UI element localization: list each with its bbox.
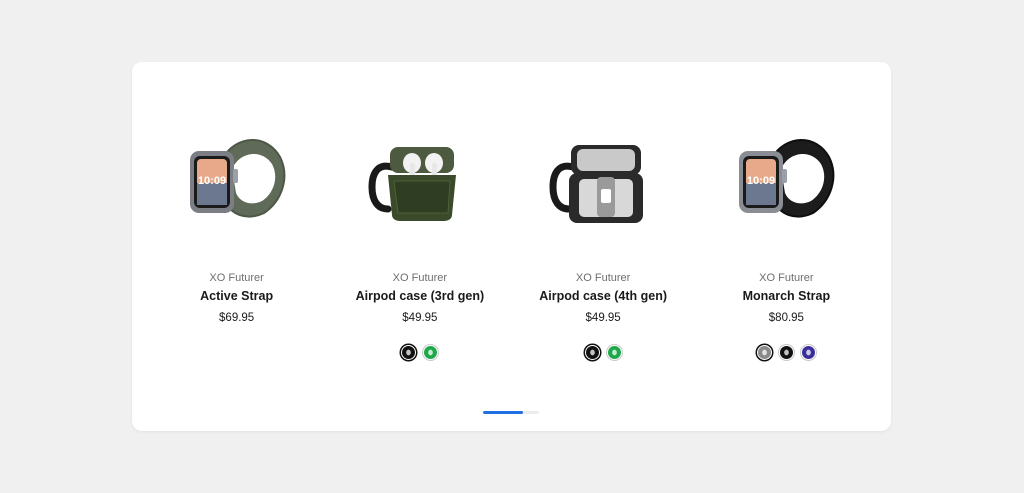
product-name[interactable]: Active Strap bbox=[145, 289, 328, 303]
swatch-product-icon bbox=[589, 349, 595, 356]
color-swatch[interactable] bbox=[584, 345, 600, 360]
color-swatch[interactable] bbox=[778, 345, 794, 360]
airpod-case-green-icon[interactable] bbox=[350, 114, 490, 244]
carousel-progress-bar[interactable] bbox=[483, 411, 539, 414]
watch-strap-black-icon[interactable]: 10:09 bbox=[716, 114, 856, 244]
color-swatch[interactable] bbox=[401, 345, 417, 360]
color-swatches bbox=[328, 345, 511, 360]
product-price: $49.95 bbox=[585, 312, 621, 324]
swatch-product-icon bbox=[406, 349, 412, 356]
product-brand: XO Futurer bbox=[759, 272, 814, 284]
swatch-product-icon bbox=[784, 349, 789, 356]
product-price: $69.95 bbox=[219, 312, 255, 324]
product-name[interactable]: Airpod case (4th gen) bbox=[512, 289, 695, 303]
product-card[interactable]: 10:09 XO Futurer Monarch Strap $80.95 bbox=[695, 62, 878, 392]
product-card[interactable]: 10:09 XO Futurer Active Strap $69.95 bbox=[145, 62, 328, 392]
product-name[interactable]: Monarch Strap bbox=[695, 289, 878, 303]
color-swatches bbox=[695, 345, 878, 360]
watch-strap-olive-icon[interactable]: 10:09 bbox=[167, 114, 307, 244]
swatch-product-icon bbox=[611, 349, 617, 356]
product-price: $49.95 bbox=[402, 312, 438, 324]
carousel-progress-fill bbox=[483, 411, 524, 414]
product-name[interactable]: Airpod case (3rd gen) bbox=[328, 289, 511, 303]
swatch-product-icon bbox=[428, 349, 434, 356]
svg-text:10:09: 10:09 bbox=[198, 175, 226, 187]
color-swatch[interactable] bbox=[756, 345, 772, 360]
color-swatch[interactable] bbox=[606, 345, 622, 360]
product-list: 10:09 XO Futurer Active Strap $69.95 XO … bbox=[145, 62, 878, 392]
product-price: $80.95 bbox=[768, 312, 804, 324]
color-swatches bbox=[512, 345, 695, 360]
product-brand: XO Futurer bbox=[209, 272, 264, 284]
product-brand: XO Futurer bbox=[575, 272, 631, 284]
product-card[interactable]: XO Futurer Airpod case (3rd gen) $49.95 bbox=[328, 62, 511, 392]
color-swatch[interactable] bbox=[800, 345, 816, 360]
swatch-product-icon bbox=[806, 349, 811, 356]
product-brand: XO Futurer bbox=[392, 272, 448, 284]
svg-text:10:09: 10:09 bbox=[747, 175, 775, 187]
product-carousel-card: 10:09 XO Futurer Active Strap $69.95 XO … bbox=[132, 62, 891, 431]
airpod-case-black-icon[interactable] bbox=[533, 114, 673, 244]
product-card[interactable]: XO Futurer Airpod case (4th gen) $49.95 bbox=[512, 62, 695, 392]
color-swatch[interactable] bbox=[423, 345, 439, 360]
swatch-product-icon bbox=[762, 349, 767, 356]
